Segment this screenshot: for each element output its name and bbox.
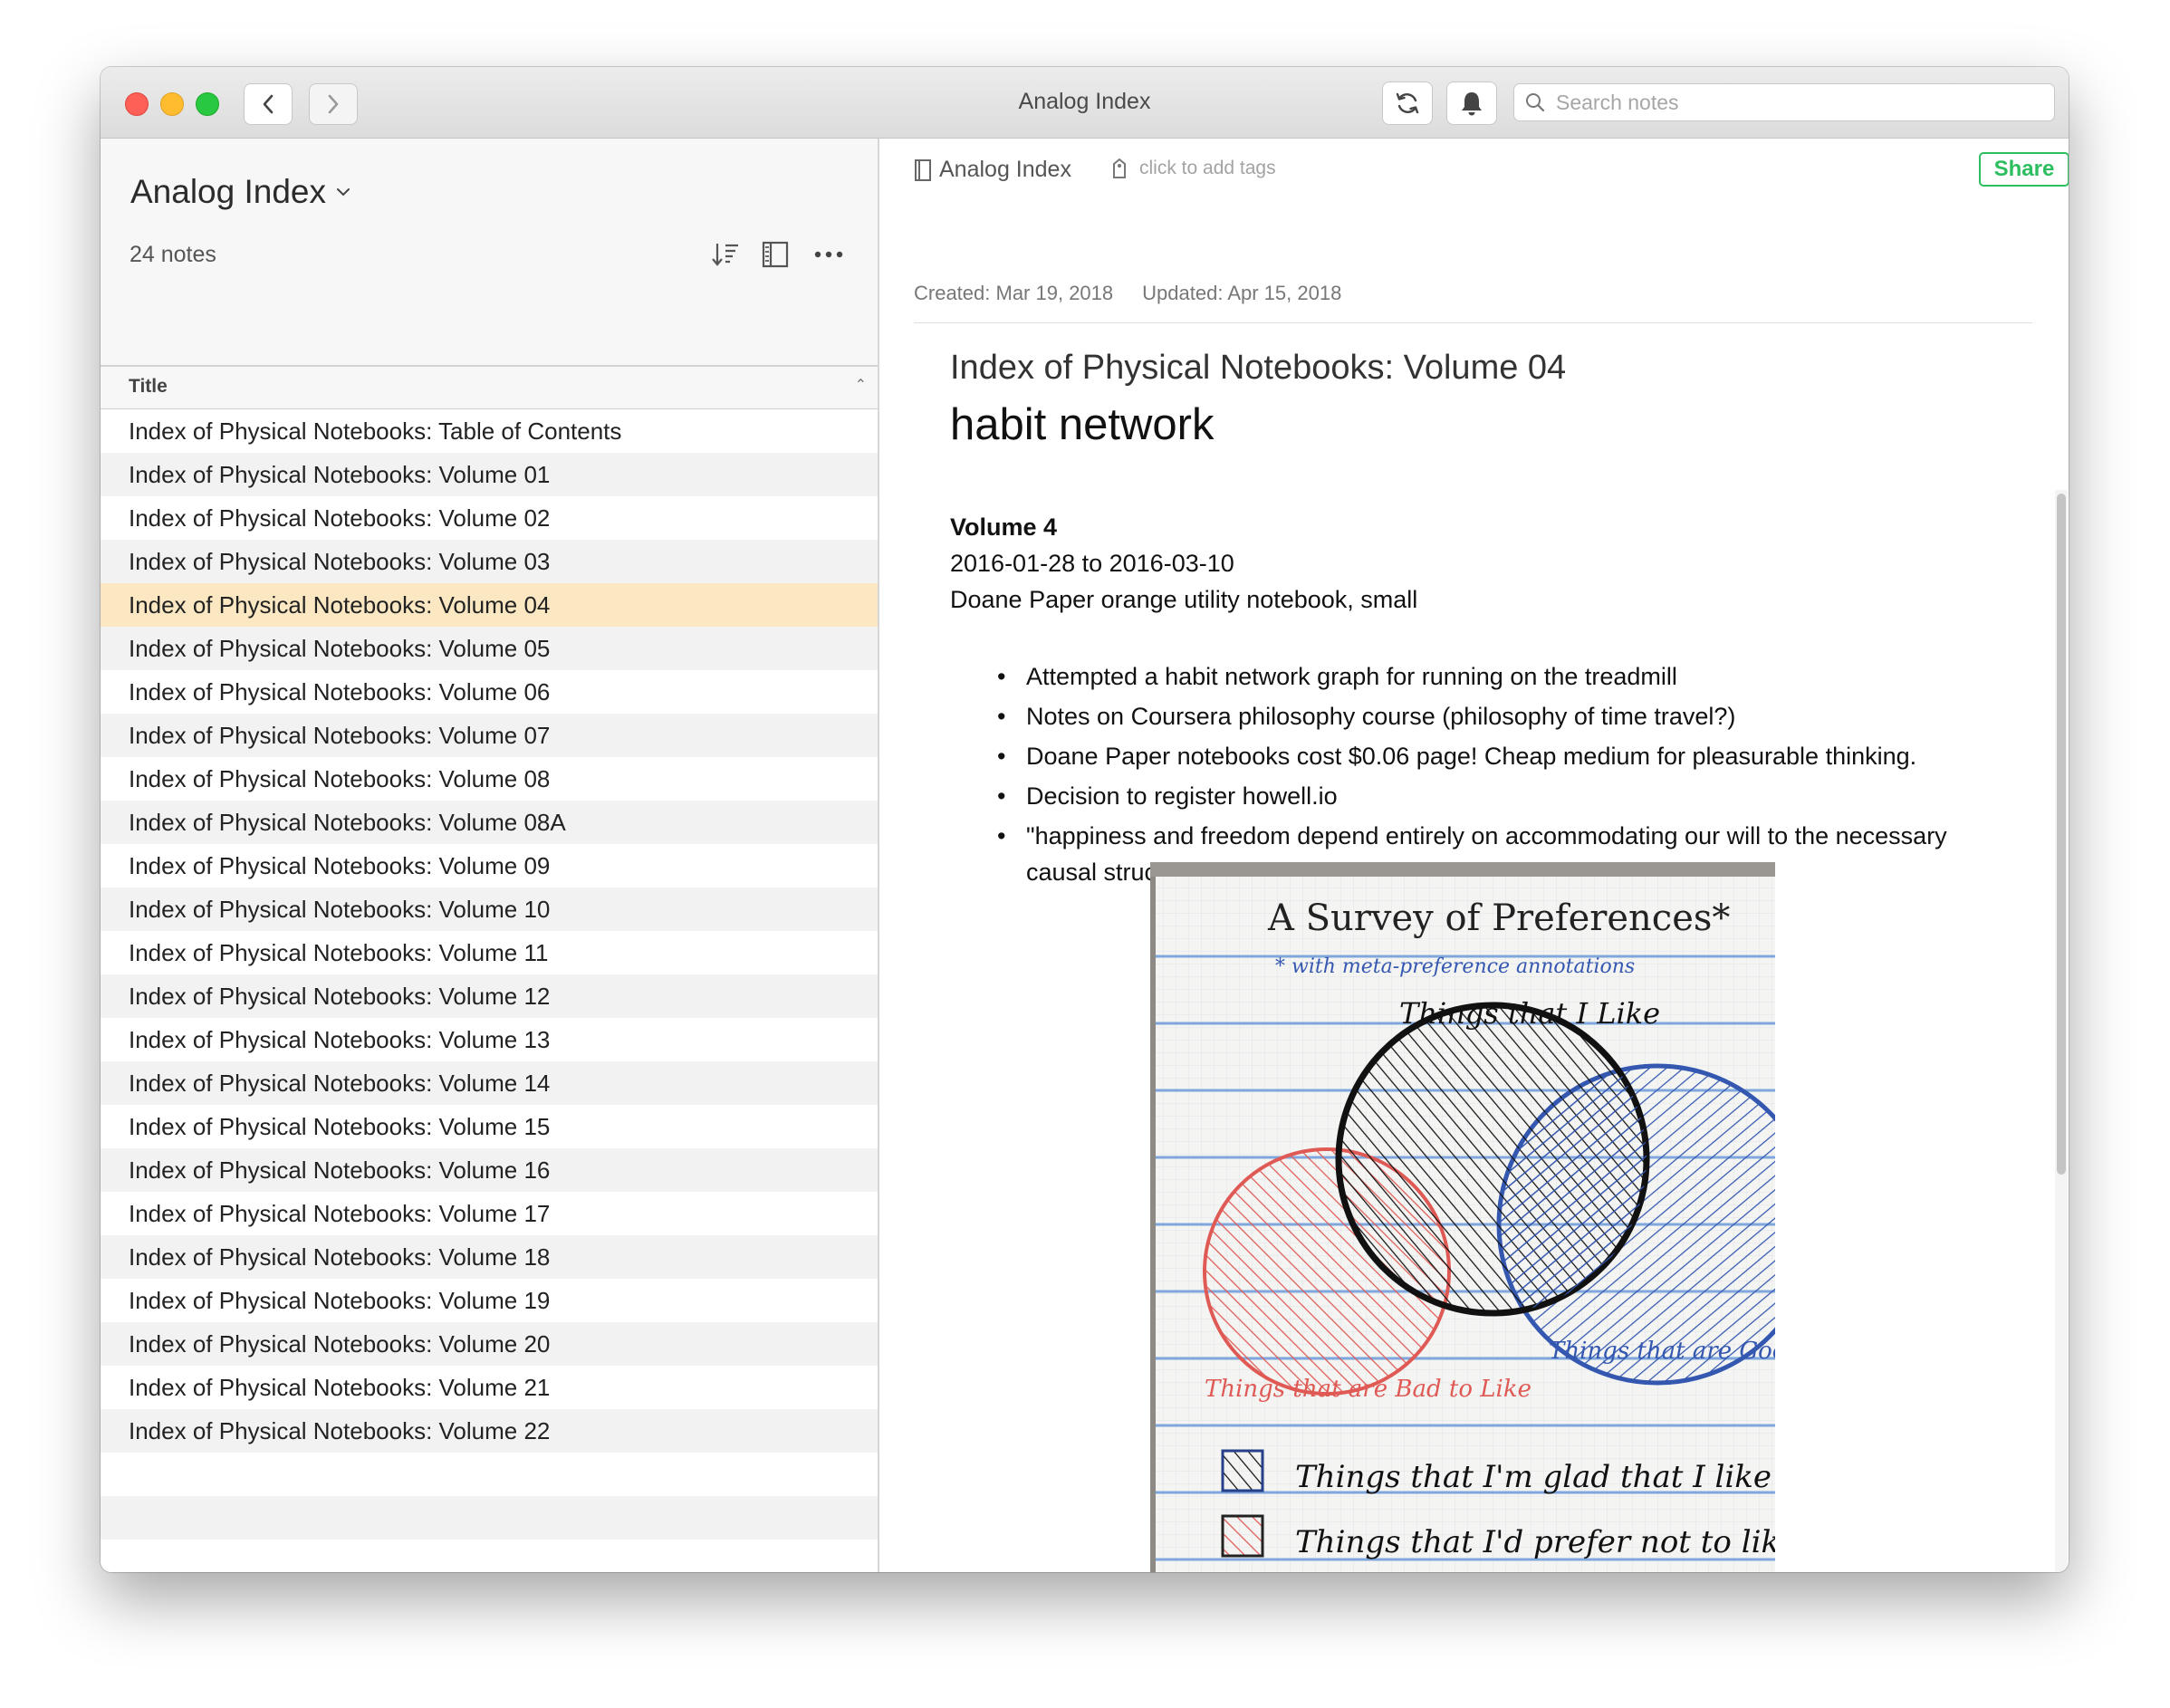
tag-icon — [1113, 158, 1126, 178]
bullet-item: Notes on Coursera philosophy course (phi… — [950, 698, 1992, 734]
note-list-item[interactable]: Index of Physical Notebooks: Volume 07 — [101, 714, 878, 757]
sketch-label-left: Things that are Bad to Like — [1205, 1376, 1531, 1403]
chevron-down-icon — [337, 188, 350, 197]
notebook-sketch-image: A Survey of Preferences* * with meta-pre… — [1150, 862, 1775, 1572]
notebook-chip[interactable]: Analog Index — [914, 157, 1071, 183]
search-input[interactable] — [1554, 89, 2029, 116]
note-bullet-list: Attempted a habit network graph for runn… — [950, 658, 1992, 894]
note-list-item[interactable]: Index of Physical Notebooks: Volume 06 — [101, 670, 878, 714]
note-list-item[interactable]: Index of Physical Notebooks: Volume 13 — [101, 1018, 878, 1061]
more-horizontal-icon — [814, 251, 843, 258]
note-count: 24 notes — [130, 242, 216, 267]
sketch-legend-1: Things that I'm glad that I like — [1295, 1459, 1772, 1495]
close-window-button[interactable] — [125, 92, 149, 116]
note-list-item[interactable]: Index of Physical Notebooks: Volume 02 — [101, 496, 878, 540]
add-tags-placeholder: click to add tags — [1139, 158, 1276, 178]
notebook-more-button[interactable] — [811, 236, 847, 273]
empty-list-row — [101, 1496, 878, 1540]
search-field[interactable] — [1513, 83, 2055, 121]
paper-description: Doane Paper orange utility notebook, sma… — [950, 586, 1418, 613]
notebook-title-dropdown[interactable]: Analog Index — [130, 173, 351, 211]
column-header-label: Title — [129, 376, 168, 397]
sort-icon — [712, 244, 738, 266]
sketch-label-right: Things that are Good to Like — [1549, 1338, 1775, 1365]
note-title[interactable]: Index of Physical Notebooks: Volume 04 — [950, 349, 1566, 388]
view-options-button[interactable] — [757, 236, 793, 273]
editor-scrollbar[interactable] — [2055, 490, 2068, 1572]
bullet-item: Doane Paper notebooks cost $0.06 page! C… — [950, 738, 1992, 774]
note-list-item[interactable]: Index of Physical Notebooks: Volume 03 — [101, 540, 878, 583]
note-list-item[interactable]: Index of Physical Notebooks: Volume 22 — [101, 1409, 878, 1453]
notebook-title: Analog Index — [130, 173, 327, 210]
note-list-item[interactable]: Index of Physical Notebooks: Volume 16 — [101, 1148, 878, 1192]
back-button[interactable] — [244, 83, 293, 125]
bullet-item: Attempted a habit network graph for runn… — [950, 658, 1992, 695]
forward-button[interactable] — [309, 83, 358, 125]
chevron-left-icon — [263, 94, 274, 114]
note-metadata: Created: Mar 19, 2018 Updated: Apr 15, 2… — [914, 282, 1341, 305]
note-list-item[interactable]: Index of Physical Notebooks: Volume 01 — [101, 453, 878, 496]
volume-label: Volume 4 — [950, 513, 1058, 541]
bullet-item: Decision to register howell.io — [950, 778, 1992, 814]
note-list-item[interactable]: Index of Physical Notebooks: Table of Co… — [101, 409, 878, 453]
scrollbar-thumb[interactable] — [2057, 494, 2066, 1175]
share-button[interactable]: Share — [1979, 152, 2069, 187]
note-list-panel: Analog Index 24 notes Title ⌃ Index of P… — [101, 139, 879, 1572]
note-list-item[interactable]: Index of Physical Notebooks: Volume 18 — [101, 1235, 878, 1279]
metadata-divider — [914, 322, 2032, 323]
note-list-item[interactable]: Index of Physical Notebooks: Volume 10 — [101, 888, 878, 931]
sketch-subtitle: * with meta-preference annotations — [1275, 955, 1635, 978]
search-icon — [1526, 93, 1545, 112]
minimize-window-button[interactable] — [160, 92, 184, 116]
note-list-item[interactable]: Index of Physical Notebooks: Volume 08A — [101, 801, 878, 844]
note-list-item[interactable]: Index of Physical Notebooks: Volume 19 — [101, 1279, 878, 1322]
notebook-icon — [915, 158, 931, 181]
notifications-button[interactable] — [1446, 82, 1497, 125]
note-list-item[interactable]: Index of Physical Notebooks: Volume 14 — [101, 1061, 878, 1105]
created-date: Created: Mar 19, 2018 — [914, 282, 1114, 304]
notebook-chip-label: Analog Index — [939, 157, 1071, 182]
sync-icon — [1396, 92, 1419, 114]
note-list-item[interactable]: Index of Physical Notebooks: Volume 20 — [101, 1322, 878, 1366]
note-list-item[interactable]: Index of Physical Notebooks: Volume 09 — [101, 844, 878, 888]
note-list-item[interactable]: Index of Physical Notebooks: Volume 04 — [101, 583, 878, 627]
note-list-item[interactable]: Index of Physical Notebooks: Volume 15 — [101, 1105, 878, 1148]
note-list-item[interactable]: Index of Physical Notebooks: Volume 21 — [101, 1366, 878, 1409]
note-list-item[interactable]: Index of Physical Notebooks: Volume 11 — [101, 931, 878, 974]
bell-icon — [1462, 92, 1482, 116]
sketch-title: A Survey of Preferences* — [1267, 897, 1730, 939]
note-list-item[interactable]: Index of Physical Notebooks: Volume 17 — [101, 1192, 878, 1235]
chevron-right-icon — [328, 94, 339, 114]
add-tags-field[interactable]: click to add tags — [1110, 157, 1276, 180]
note-list-item[interactable]: Index of Physical Notebooks: Volume 12 — [101, 974, 878, 1018]
list-view-icon — [762, 241, 789, 268]
updated-date: Updated: Apr 15, 2018 — [1142, 282, 1342, 304]
empty-list-row — [101, 1540, 878, 1572]
sync-button[interactable] — [1382, 82, 1433, 125]
sort-caret-icon: ⌃ — [854, 378, 867, 393]
zoom-window-button[interactable] — [196, 92, 219, 116]
title-column-header[interactable]: Title ⌃ — [101, 365, 878, 409]
note-list-item[interactable]: Index of Physical Notebooks: Volume 05 — [101, 627, 878, 670]
sketch-legend-2: Things that I'd prefer not to like — [1295, 1524, 1775, 1560]
note-list-item[interactable]: Index of Physical Notebooks: Volume 08 — [101, 757, 878, 801]
title-bar: Analog Index — [101, 67, 2069, 139]
note-heading: habit network — [950, 400, 1215, 449]
note-list: Index of Physical Notebooks: Table of Co… — [101, 409, 878, 1572]
empty-list-row — [101, 1453, 878, 1496]
date-range: 2016-01-28 to 2016-03-10 — [950, 550, 1234, 577]
sort-button[interactable] — [707, 236, 744, 273]
